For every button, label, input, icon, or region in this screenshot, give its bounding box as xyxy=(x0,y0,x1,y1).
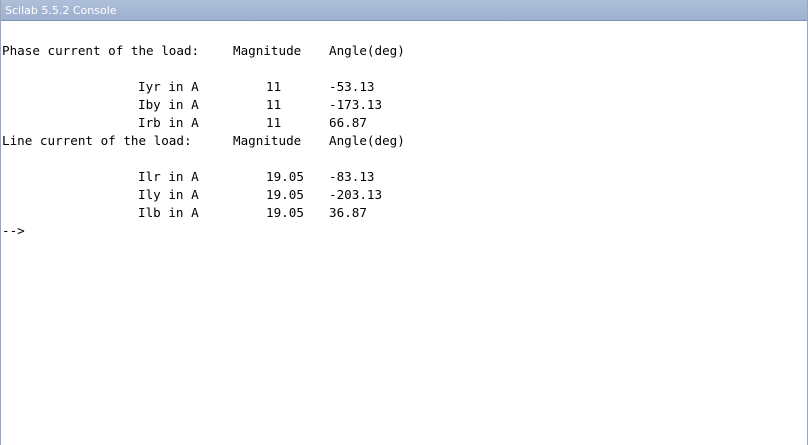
phase-row-angle: -173.13 xyxy=(329,97,383,112)
phase-magnitude-header: Magnitude xyxy=(233,43,302,58)
window-title: Scilab 5.5.2 Console xyxy=(1,0,807,21)
phase-row-magnitude: 11 xyxy=(266,97,282,112)
phase-row-name: Irb in A xyxy=(138,115,199,130)
phase-row-angle: -53.13 xyxy=(329,79,375,94)
line-current-label: Line current of the load: xyxy=(2,133,192,148)
phase-row-name: Iyr in A xyxy=(138,79,199,94)
line-row-name: Ilr in A xyxy=(138,169,199,184)
line-row-angle: -203.13 xyxy=(329,187,383,202)
phase-row-angle: 66.87 xyxy=(329,115,367,130)
console-output-area[interactable]: Phase current of the load: Magnitude Ang… xyxy=(1,22,807,445)
line-row-name: Ilb in A xyxy=(138,205,199,220)
line-row-name: Ily in A xyxy=(138,187,199,202)
phase-row-magnitude: 11 xyxy=(266,79,282,94)
console-prompt[interactable]: --> xyxy=(2,222,25,240)
line-row-magnitude: 19.05 xyxy=(266,205,304,220)
phase-row-magnitude: 11 xyxy=(266,115,282,130)
line-angle-header: Angle(deg) xyxy=(329,133,405,148)
phase-angle-header: Angle(deg) xyxy=(329,43,405,58)
scilab-console-window: Scilab 5.5.2 Console Phase current of th… xyxy=(0,0,808,445)
line-magnitude-header: Magnitude xyxy=(233,133,302,148)
phase-row-name: Iby in A xyxy=(138,97,199,112)
phase-current-label: Phase current of the load: xyxy=(2,43,200,58)
line-row-angle: 36.87 xyxy=(329,205,367,220)
line-row-angle: -83.13 xyxy=(329,169,375,184)
line-row-magnitude: 19.05 xyxy=(266,187,304,202)
line-row-magnitude: 19.05 xyxy=(266,169,304,184)
